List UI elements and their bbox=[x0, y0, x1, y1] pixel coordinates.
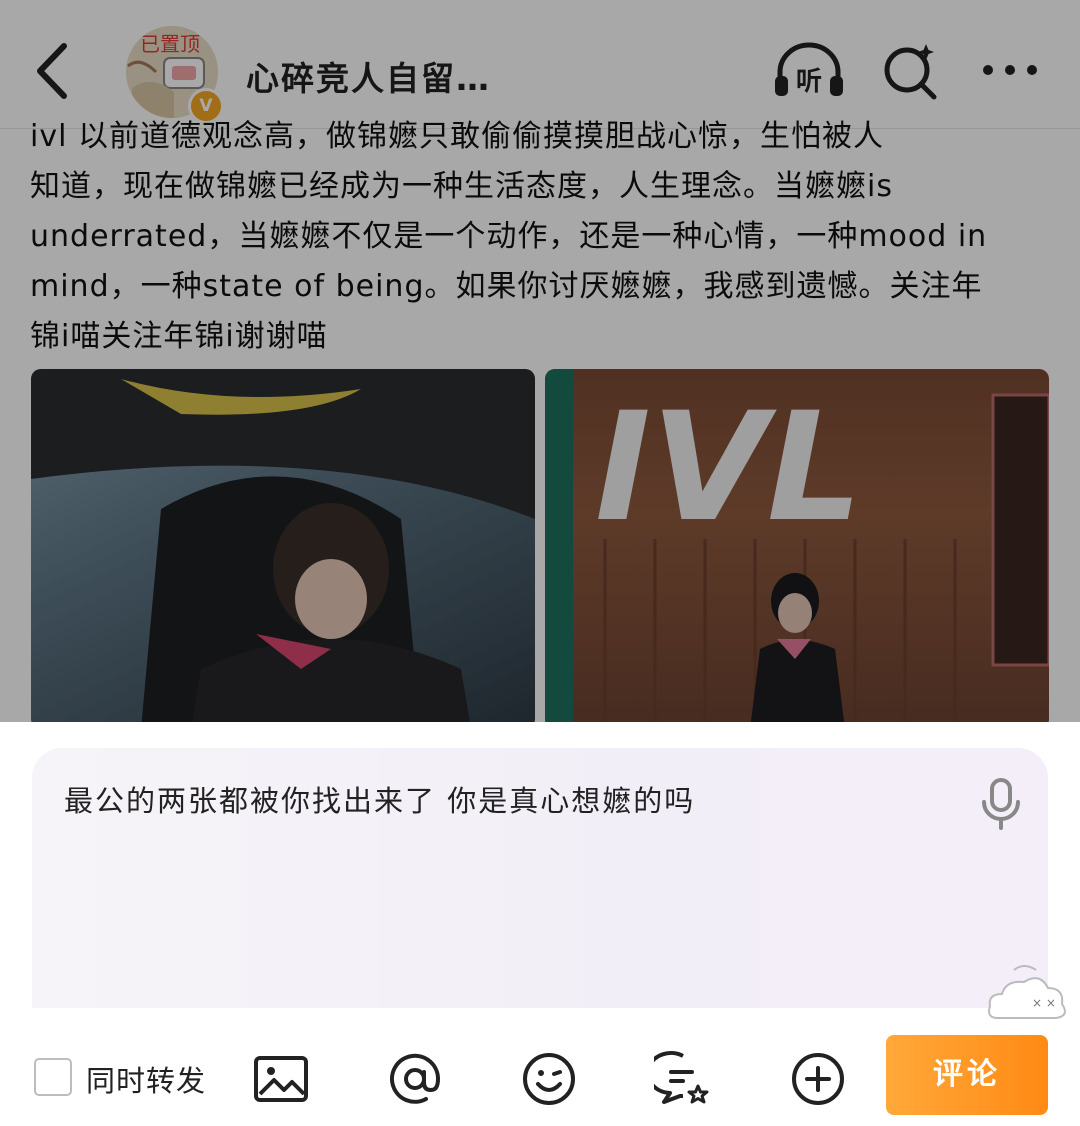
dim-overlay[interactable] bbox=[0, 0, 1080, 722]
repost-label[interactable]: 同时转发 bbox=[86, 1058, 206, 1100]
composer-toolbar: 同时转发 评论 bbox=[0, 1032, 1080, 1126]
microphone-icon bbox=[982, 778, 1020, 830]
plus-circle-icon bbox=[792, 1053, 844, 1105]
repost-checkbox[interactable] bbox=[34, 1058, 72, 1096]
emoji-icon bbox=[523, 1053, 575, 1105]
cloud-mascot-icon: × × bbox=[984, 960, 1070, 1028]
comment-input[interactable]: 最公的两张都被你找出来了 你是真心想嬷的吗 bbox=[32, 748, 1048, 1008]
post-background: 已置顶 V 心碎竞人自留… 听 ivl 以前道德观念高，做锦嬷只敢偷偷摸摸胆战心… bbox=[0, 0, 1080, 722]
image-icon bbox=[254, 1056, 308, 1102]
topic-button[interactable] bbox=[645, 1050, 712, 1108]
submit-comment-button[interactable]: 评论 bbox=[886, 1035, 1048, 1115]
image-button[interactable] bbox=[252, 1050, 310, 1108]
at-icon bbox=[390, 1053, 441, 1104]
add-more-button[interactable] bbox=[789, 1050, 847, 1108]
mention-button[interactable] bbox=[386, 1050, 444, 1108]
comment-composer: 最公的两张都被你找出来了 你是真心想嬷的吗 × × 同时转发 评论 bbox=[0, 722, 1080, 1126]
topic-chat-icon bbox=[645, 1051, 709, 1104]
emoji-button[interactable] bbox=[520, 1050, 578, 1108]
voice-input-button[interactable] bbox=[976, 776, 1026, 832]
svg-text:× ×: × × bbox=[1032, 996, 1056, 1010]
comment-text[interactable]: 最公的两张都被你找出来了 你是真心想嬷的吗 bbox=[64, 778, 695, 820]
